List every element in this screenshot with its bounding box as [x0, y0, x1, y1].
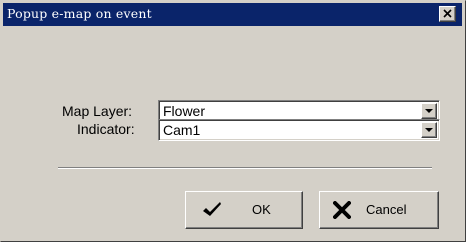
indicator-value: Cam1: [163, 122, 201, 138]
map-layer-label: Map Layer:: [62, 103, 133, 119]
cancel-label: Cancel: [366, 202, 407, 217]
separator-line: [58, 167, 432, 169]
close-icon: [443, 9, 452, 18]
map-layer-dropdown-button[interactable]: [421, 103, 437, 119]
chevron-down-icon: [425, 109, 433, 113]
x-mark-icon: [333, 201, 351, 219]
indicator-select[interactable]: Cam1: [158, 119, 440, 141]
indicator-dropdown-button[interactable]: [421, 122, 437, 138]
chevron-down-icon: [425, 128, 433, 132]
map-layer-value: Flower: [163, 103, 206, 119]
title-bar: Popup e-map on event: [3, 3, 462, 26]
indicator-label: Indicator:: [77, 121, 135, 137]
popup-emap-dialog: Popup e-map on event Map Layer: Flower I…: [0, 0, 466, 242]
close-button[interactable]: [439, 6, 456, 22]
ok-button[interactable]: OK: [185, 191, 303, 229]
cancel-button[interactable]: Cancel: [319, 191, 439, 229]
ok-label: OK: [252, 202, 271, 217]
checkmark-icon: [203, 202, 221, 216]
window-title: Popup e-map on event: [7, 6, 152, 21]
